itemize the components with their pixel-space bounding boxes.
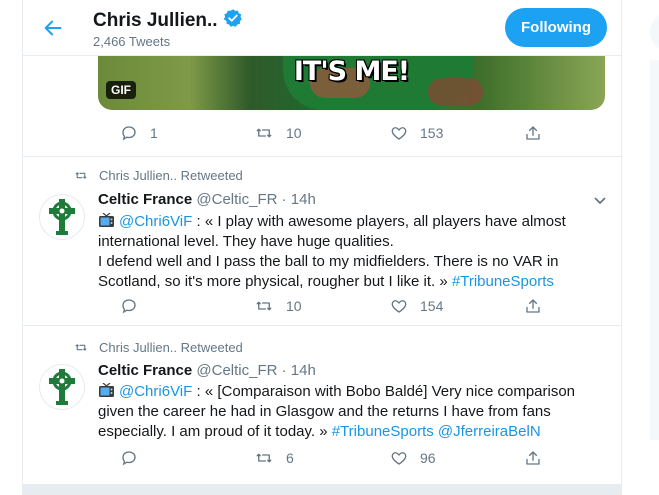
verified-badge-icon [223,8,243,34]
retweet-button[interactable]: 10 [254,124,302,142]
author-name[interactable]: Celtic France [98,362,192,379]
hashtag-link[interactable]: #TribuneSports [332,423,434,440]
retweeted-by-text: Chris Jullien.. Retweeted [99,168,243,183]
avatar[interactable] [39,364,85,410]
retweet-small-icon [75,344,87,351]
tweet-actions: 10 154 [98,297,540,319]
like-count: 96 [420,450,436,466]
following-button[interactable]: Following [505,8,607,47]
tweet-count: 2,466 Tweets [93,34,171,49]
tweet-actions: 6 96 [98,449,540,471]
gif-media[interactable]: IT'S ME! GIF [98,48,605,110]
tweet-text: @Chri6ViF : « [Comparaison with Bobo Bal… [98,382,598,442]
share-button[interactable] [524,449,542,467]
retweet-icon [256,453,272,463]
retweet-count: 6 [286,450,294,466]
reply-button[interactable]: 1 [120,124,158,142]
retweet-icon [256,301,272,311]
share-icon [526,299,540,313]
gif-caption: IT'S ME! [293,56,410,87]
tweet-time[interactable]: · 14h [282,362,316,379]
retweeted-indicator: Chris Jullien.. Retweeted [73,340,243,355]
tweet-menu-button[interactable] [590,191,610,211]
reply-button[interactable] [120,449,138,467]
retweeted-indicator: Chris Jullien.. Retweeted [73,168,243,183]
like-button[interactable]: 154 [390,297,443,315]
reply-count: 1 [150,125,158,141]
profile-name-title: Chris Jullien.. [93,8,243,34]
share-icon [526,126,540,140]
tweet[interactable]: Chris Jullien.. Retweeted Celtic France … [23,326,621,484]
like-button[interactable]: 153 [390,124,443,142]
page-title: Chris Jullien.. [93,10,218,31]
tweet-actions: 1 10 153 [98,124,540,146]
retweet-button[interactable]: 6 [254,449,294,467]
retweeted-by-text: Chris Jullien.. Retweeted [99,340,243,355]
author-handle[interactable]: @Celtic_FR [196,191,277,208]
tweet-text: @Chri6ViF : « I play with awesome player… [98,212,598,292]
mention-link[interactable]: @Chri6ViF [119,213,192,230]
retweet-count: 10 [286,125,302,141]
retweet-icon [256,128,272,138]
retweet-button[interactable]: 10 [254,297,302,315]
celtic-cross-logo [49,199,75,235]
back-button[interactable] [37,12,69,44]
mention-link[interactable]: @Chri6ViF [119,383,192,400]
share-button[interactable] [524,297,542,315]
celtic-cross-logo [49,369,75,405]
tweet[interactable]: Chris Jullien.. Retweeted Celtic France … [23,157,621,325]
hashtag-link[interactable]: #TribuneSports [452,273,554,290]
author-name[interactable]: Celtic France [98,191,192,208]
tv-emoji-icon [99,383,114,397]
right-sidebar-panel-edge [650,60,659,440]
tv-emoji-icon [99,213,114,227]
share-icon [526,451,540,465]
share-button[interactable] [524,124,542,142]
chevron-down-icon [594,197,606,205]
avatar[interactable] [39,194,85,240]
profile-header: Chris Jullien.. 2,466 Tweets Following [23,0,621,56]
tweet-header: Celtic France @Celtic_FR · 14h [98,362,316,379]
timeline-bottom-divider [23,484,621,495]
timeline-column: IT'S ME! GIF 1 10 153 Chris Jullien.. Re… [22,0,622,495]
like-icon [391,452,407,465]
tweet-time[interactable]: · 14h [282,191,316,208]
reply-icon [122,299,136,314]
author-handle[interactable]: @Celtic_FR [196,362,277,379]
like-icon [391,300,407,313]
reply-icon [122,451,136,466]
reply-icon [122,126,136,141]
like-icon [391,127,407,140]
tweet-header: Celtic France @Celtic_FR · 14h [98,191,316,208]
reply-button[interactable] [120,297,138,315]
like-count: 153 [420,125,444,141]
retweet-small-icon [75,172,87,179]
back-arrow-icon [44,20,62,36]
mention-link[interactable]: @JferreiraBelN [438,423,541,440]
retweet-count: 10 [286,298,302,314]
like-count: 154 [420,298,444,314]
like-button[interactable]: 96 [390,449,436,467]
gif-badge: GIF [106,81,136,99]
